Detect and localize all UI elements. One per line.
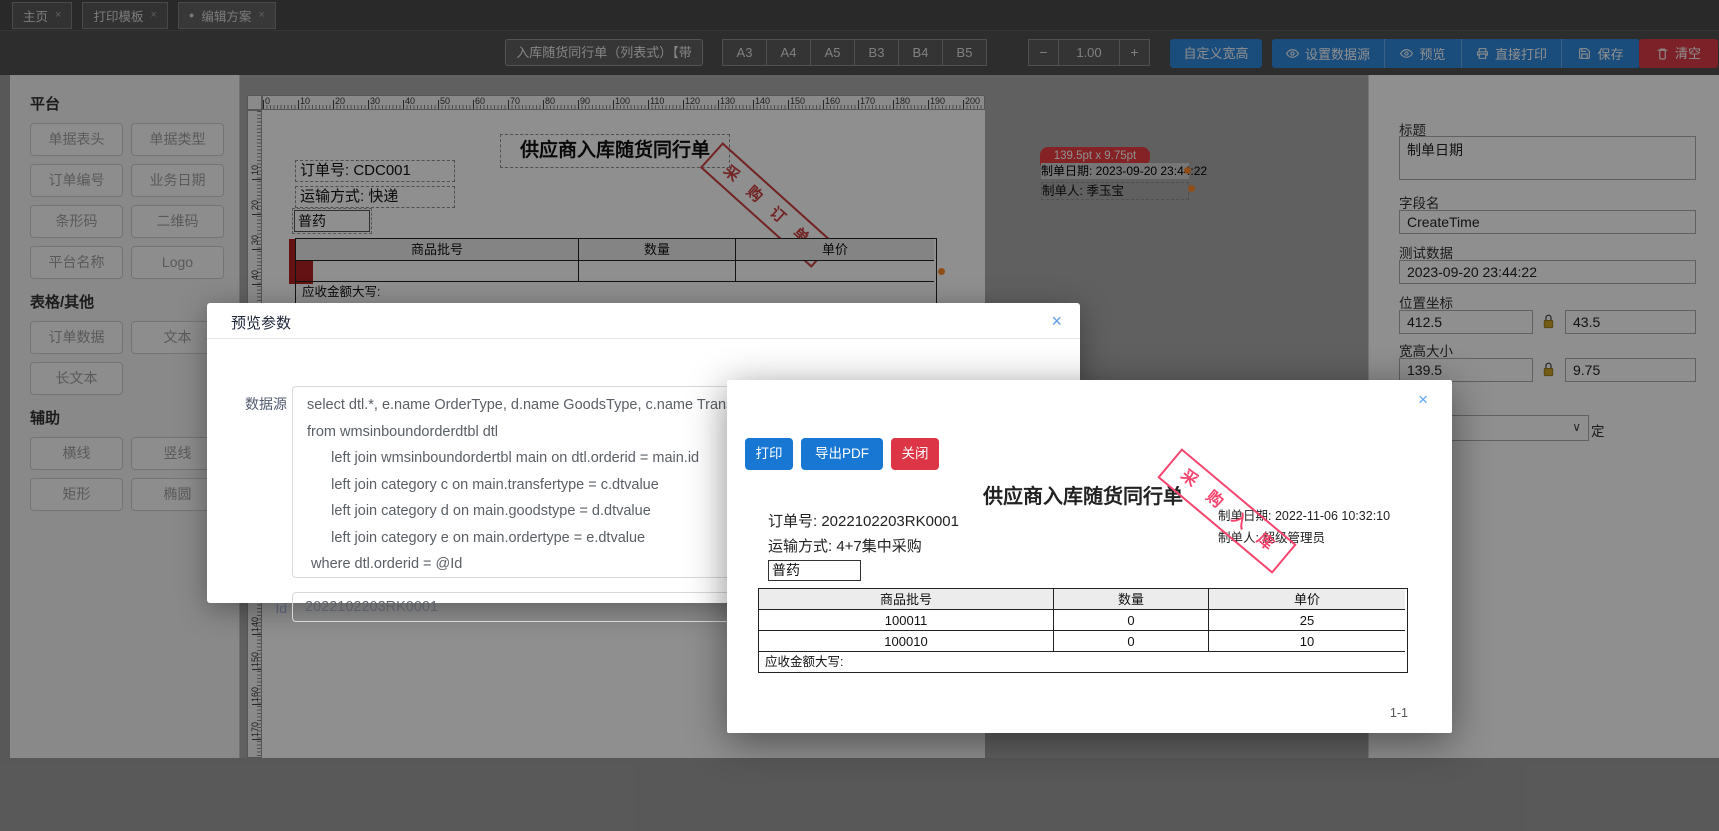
print-template-designer: 主页 × 打印模板 × ● 编辑方案 × 入库随货同行单（列表式）【带 A3 A4 A5 B3 B4… — [0, 0, 1719, 831]
close-button[interactable]: 关闭 — [891, 438, 939, 470]
close-icon[interactable]: × — [1418, 391, 1428, 408]
print-button[interactable]: 打印 — [745, 438, 793, 470]
table-cell: 0 — [1054, 610, 1209, 631]
preview-data-table: 商品批号 数量 单价 100011 0 25 100010 0 10 应收金额大写: — [758, 588, 1408, 673]
table-footer-cell: 应收金额大写: — [765, 655, 844, 669]
table-row: 100011 0 25 — [759, 610, 1407, 631]
preview-order-no: 订单号: 2022102203RK0001 — [768, 513, 959, 530]
id-label: Id — [275, 600, 287, 616]
modal-header: 预览参数 × — [207, 303, 1080, 339]
table-header-cell: 商品批号 — [759, 589, 1054, 610]
page-indicator: 1-1 — [1389, 706, 1408, 720]
table-footer-row: 应收金额大写: — [759, 652, 1407, 672]
table-cell: 10 — [1209, 631, 1405, 652]
table-cell: 0 — [1054, 631, 1209, 652]
table-header-cell: 单价 — [1209, 589, 1405, 610]
preview-drug-type: 普药 — [768, 560, 861, 581]
print-preview-modal: × 打印 导出PDF 关闭 供应商入库随货同行单 订单号: 2022102203… — [727, 380, 1452, 733]
table-row: 100010 0 10 — [759, 631, 1407, 652]
table-header-row: 商品批号 数量 单价 — [759, 589, 1407, 610]
preview-transport: 运输方式: 4+7集中采购 — [768, 538, 922, 555]
table-cell: 100011 — [759, 610, 1054, 631]
table-header-cell: 数量 — [1054, 589, 1209, 610]
table-cell: 100010 — [759, 631, 1054, 652]
table-cell: 25 — [1209, 610, 1405, 631]
modal-title: 预览参数 — [231, 315, 292, 332]
close-icon[interactable]: × — [1051, 312, 1062, 330]
datasource-label: 数据源 — [245, 396, 287, 412]
export-pdf-button[interactable]: 导出PDF — [801, 438, 883, 470]
